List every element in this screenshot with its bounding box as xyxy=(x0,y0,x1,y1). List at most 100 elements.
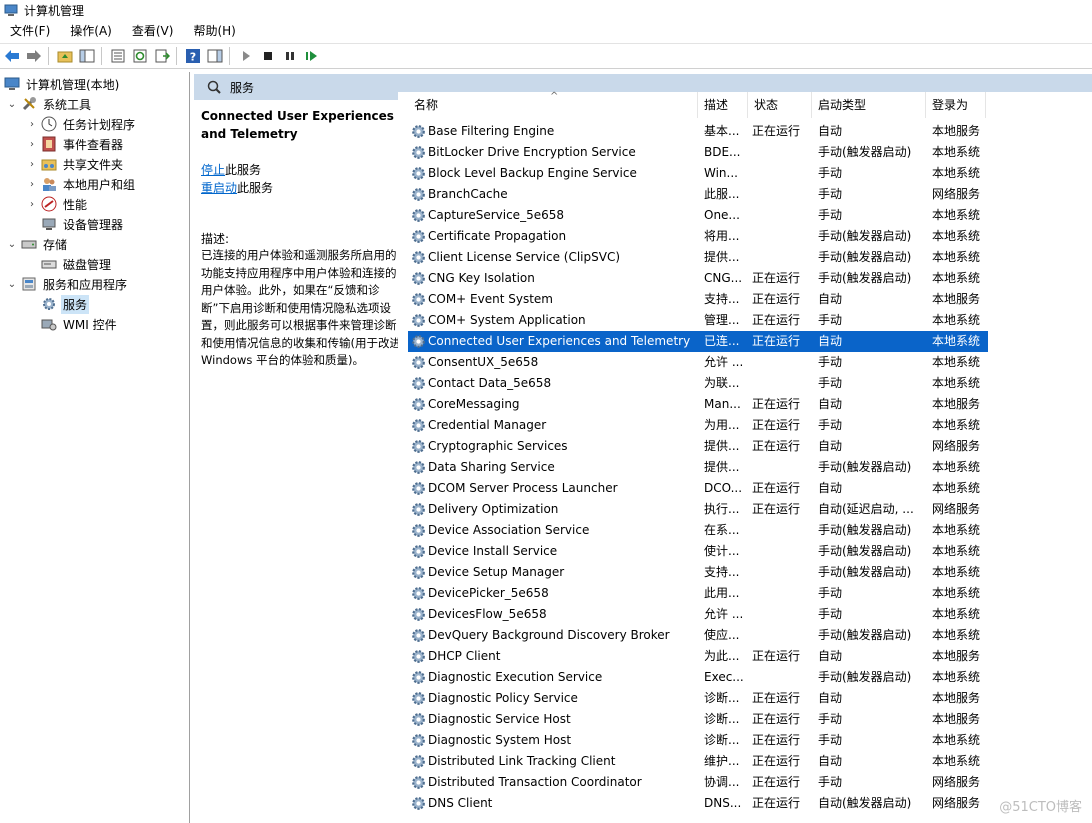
selected-service-title: Connected User Experiences and Telemetry xyxy=(201,109,394,141)
help-icon[interactable]: ? xyxy=(183,46,203,66)
navigation-tree: 计算机管理(本地) ⌄ 系统工具 › 任务计划程序 › 事件查看器 › 共享文件… xyxy=(0,72,190,823)
gear-icon xyxy=(410,690,427,707)
tree-item-event-viewer[interactable]: › 事件查看器 xyxy=(26,134,125,154)
service-startup-type: 自动 xyxy=(818,124,843,138)
tree-item-shared-folders[interactable]: › 共享文件夹 xyxy=(26,154,125,174)
service-status: 正在运行 xyxy=(752,397,801,411)
column-header-logon[interactable]: 登录为 xyxy=(926,92,986,118)
play-icon[interactable] xyxy=(236,46,256,66)
menu-help[interactable]: 帮助(H) xyxy=(183,20,245,42)
tree-item-services[interactable]: 服务 xyxy=(41,294,90,314)
show-hide-action-pane-icon[interactable] xyxy=(205,46,225,66)
up-folder-icon[interactable] xyxy=(55,46,75,66)
tree-item-system-tools[interactable]: ⌄ 系统工具 xyxy=(6,94,93,114)
service-description: One... xyxy=(704,208,740,222)
stop-service-link[interactable]: 停止 xyxy=(201,163,225,177)
menu-view[interactable]: 查看(V) xyxy=(122,20,184,42)
service-row[interactable]: Delivery Optimization 执行... 正在运行 自动(延迟启动, .… xyxy=(408,499,988,520)
chevron-down-icon[interactable]: ⌄ xyxy=(6,238,18,250)
service-row[interactable]: DevicePicker_5e658 此用... 手动 本地系统 xyxy=(408,583,988,604)
service-startup-type: 手动(触发器启动) xyxy=(818,628,912,642)
chevron-right-icon[interactable]: › xyxy=(26,198,38,210)
chevron-down-icon[interactable]: ⌄ xyxy=(6,98,18,110)
column-header-status[interactable]: 状态 xyxy=(748,92,812,118)
toolbar-separator xyxy=(176,47,177,65)
service-row[interactable]: Client License Service (ClipSVC) 提供... 手动(… xyxy=(408,247,988,268)
tree-item-local-users[interactable]: › 本地用户和组 xyxy=(26,174,137,194)
service-row[interactable]: Device Install Service 使计... 手动(触发器启动) 本地系统 xyxy=(408,541,988,562)
service-row[interactable]: Block Level Backup Engine Service Win... 手… xyxy=(408,163,988,184)
service-row[interactable]: Data Sharing Service 提供... 手动(触发器启动) 本地系统 xyxy=(408,457,988,478)
chevron-right-icon[interactable]: › xyxy=(26,118,38,130)
service-row[interactable]: Certificate Propagation 将用... 手动(触发器启动) 本地系… xyxy=(408,226,988,247)
restart-icon[interactable] xyxy=(302,46,322,66)
chevron-right-icon[interactable]: › xyxy=(26,158,38,170)
service-description: 执行... xyxy=(704,502,740,516)
tree-label: 磁盘管理 xyxy=(63,257,112,272)
service-name: Cryptographic Services xyxy=(428,439,568,453)
service-row[interactable]: DCOM Server Process Launcher DCO... 正在运行 自动… xyxy=(408,478,988,499)
service-row[interactable]: Device Association Service 在系... 手动(触发器启动)… xyxy=(408,520,988,541)
service-row[interactable]: ConsentUX_5e658 允许 ... 手动 本地系统 xyxy=(408,352,988,373)
tree-item-performance[interactable]: › 性能 xyxy=(26,194,89,214)
service-name: CoreMessaging xyxy=(428,397,520,411)
tree-item-task-scheduler[interactable]: › 任务计划程序 xyxy=(26,114,137,134)
tree-item-wmi[interactable]: WMI 控件 xyxy=(41,314,119,334)
service-row[interactable]: COM+ System Application 管理... 正在运行 手动 本地系统 xyxy=(408,310,988,331)
service-row[interactable]: Distributed Transaction Coordinator 协调...… xyxy=(408,772,988,793)
back-arrow-icon[interactable] xyxy=(2,46,22,66)
service-row[interactable]: Diagnostic Policy Service 诊断... 正在运行 自动 本地服务 xyxy=(408,688,988,709)
service-row[interactable]: CoreMessaging Man... 正在运行 自动 本地服务 xyxy=(408,394,988,415)
menu-file[interactable]: 文件(F) xyxy=(0,20,60,42)
chevron-right-icon[interactable]: › xyxy=(26,138,38,150)
service-row[interactable]: Diagnostic System Host 诊断... 正在运行 手动 本地系统 xyxy=(408,730,988,751)
service-description: DNS... xyxy=(704,796,742,810)
forward-arrow-icon[interactable] xyxy=(24,46,44,66)
service-row[interactable]: Device Setup Manager 支持... 手动(触发器启动) 本地系统 xyxy=(408,562,988,583)
service-row[interactable]: COM+ Event System 支持... 正在运行 自动 本地服务 xyxy=(408,289,988,310)
tree-item-device-manager[interactable]: 设备管理器 xyxy=(41,214,125,234)
service-row[interactable]: Diagnostic Execution Service Exec... 手动(触发… xyxy=(408,667,988,688)
service-row[interactable]: DNS Client DNS... 正在运行 自动(触发器启动) 网络服务 xyxy=(408,793,988,814)
service-row[interactable]: CNG Key Isolation CNG... 正在运行 手动(触发器启动) 本地系统 xyxy=(408,268,988,289)
service-description: 将用... xyxy=(704,229,740,243)
service-name: DCOM Server Process Launcher xyxy=(428,481,618,495)
service-row[interactable]: Diagnostic Service Host 诊断... 正在运行 手动 本地服务 xyxy=(408,709,988,730)
service-row[interactable]: BitLocker Drive Encryption Service BDE...… xyxy=(408,142,988,163)
menu-action[interactable]: 操作(A) xyxy=(60,20,122,42)
chevron-right-icon[interactable]: › xyxy=(26,178,38,190)
service-status: 正在运行 xyxy=(752,334,801,348)
service-row[interactable]: Contact Data_5e658 为联... 手动 本地系统 xyxy=(408,373,988,394)
service-row[interactable]: CaptureService_5e658 One... 手动 本地系统 xyxy=(408,205,988,226)
tree-item-storage[interactable]: ⌄ 存储 xyxy=(6,234,69,254)
restart-service-link[interactable]: 重启动 xyxy=(201,181,237,195)
service-row[interactable]: DHCP Client 为此... 正在运行 自动 本地服务 xyxy=(408,646,988,667)
tree-item-disk-management[interactable]: 磁盘管理 xyxy=(41,254,113,274)
service-row[interactable]: Distributed Link Tracking Client 维护... 正在运… xyxy=(408,751,988,772)
service-row[interactable]: Cryptographic Services 提供... 正在运行 自动 网络服务 xyxy=(408,436,988,457)
properties-icon[interactable] xyxy=(108,46,128,66)
chevron-down-icon[interactable]: ⌄ xyxy=(6,278,18,290)
gear-icon xyxy=(410,522,427,539)
service-logon-as: 本地服务 xyxy=(932,649,981,663)
tree-item-root[interactable]: 计算机管理(本地) xyxy=(4,74,121,94)
service-row[interactable]: DevQuery Background Discovery Broker 使应..… xyxy=(408,625,988,646)
stop-icon[interactable] xyxy=(258,46,278,66)
tree-item-services-apps[interactable]: ⌄ 服务和应用程序 xyxy=(6,274,129,294)
service-row[interactable]: BranchCache 此服... 手动 网络服务 xyxy=(408,184,988,205)
service-logon-as: 本地系统 xyxy=(932,607,981,621)
service-logon-as: 本地系统 xyxy=(932,208,981,222)
service-row[interactable]: DevicesFlow_5e658 允许 ... 手动 本地系统 xyxy=(408,604,988,625)
column-header-startup[interactable]: 启动类型 xyxy=(812,92,926,118)
pause-icon[interactable] xyxy=(280,46,300,66)
refresh-icon[interactable] xyxy=(130,46,150,66)
export-list-icon[interactable] xyxy=(152,46,172,66)
service-status: 正在运行 xyxy=(752,649,801,663)
service-row[interactable]: Base Filtering Engine 基本... 正在运行 自动 本地服务 xyxy=(408,121,988,142)
service-logon-as: 本地服务 xyxy=(932,691,981,705)
service-row[interactable]: Connected User Experiences and Telemetry… xyxy=(408,331,988,352)
column-header-desc[interactable]: 描述 xyxy=(698,92,748,118)
column-header-name[interactable]: 名称 ^ xyxy=(408,91,698,118)
show-hide-tree-icon[interactable] xyxy=(77,46,97,66)
service-row[interactable]: Credential Manager 为用... 正在运行 手动 本地系统 xyxy=(408,415,988,436)
